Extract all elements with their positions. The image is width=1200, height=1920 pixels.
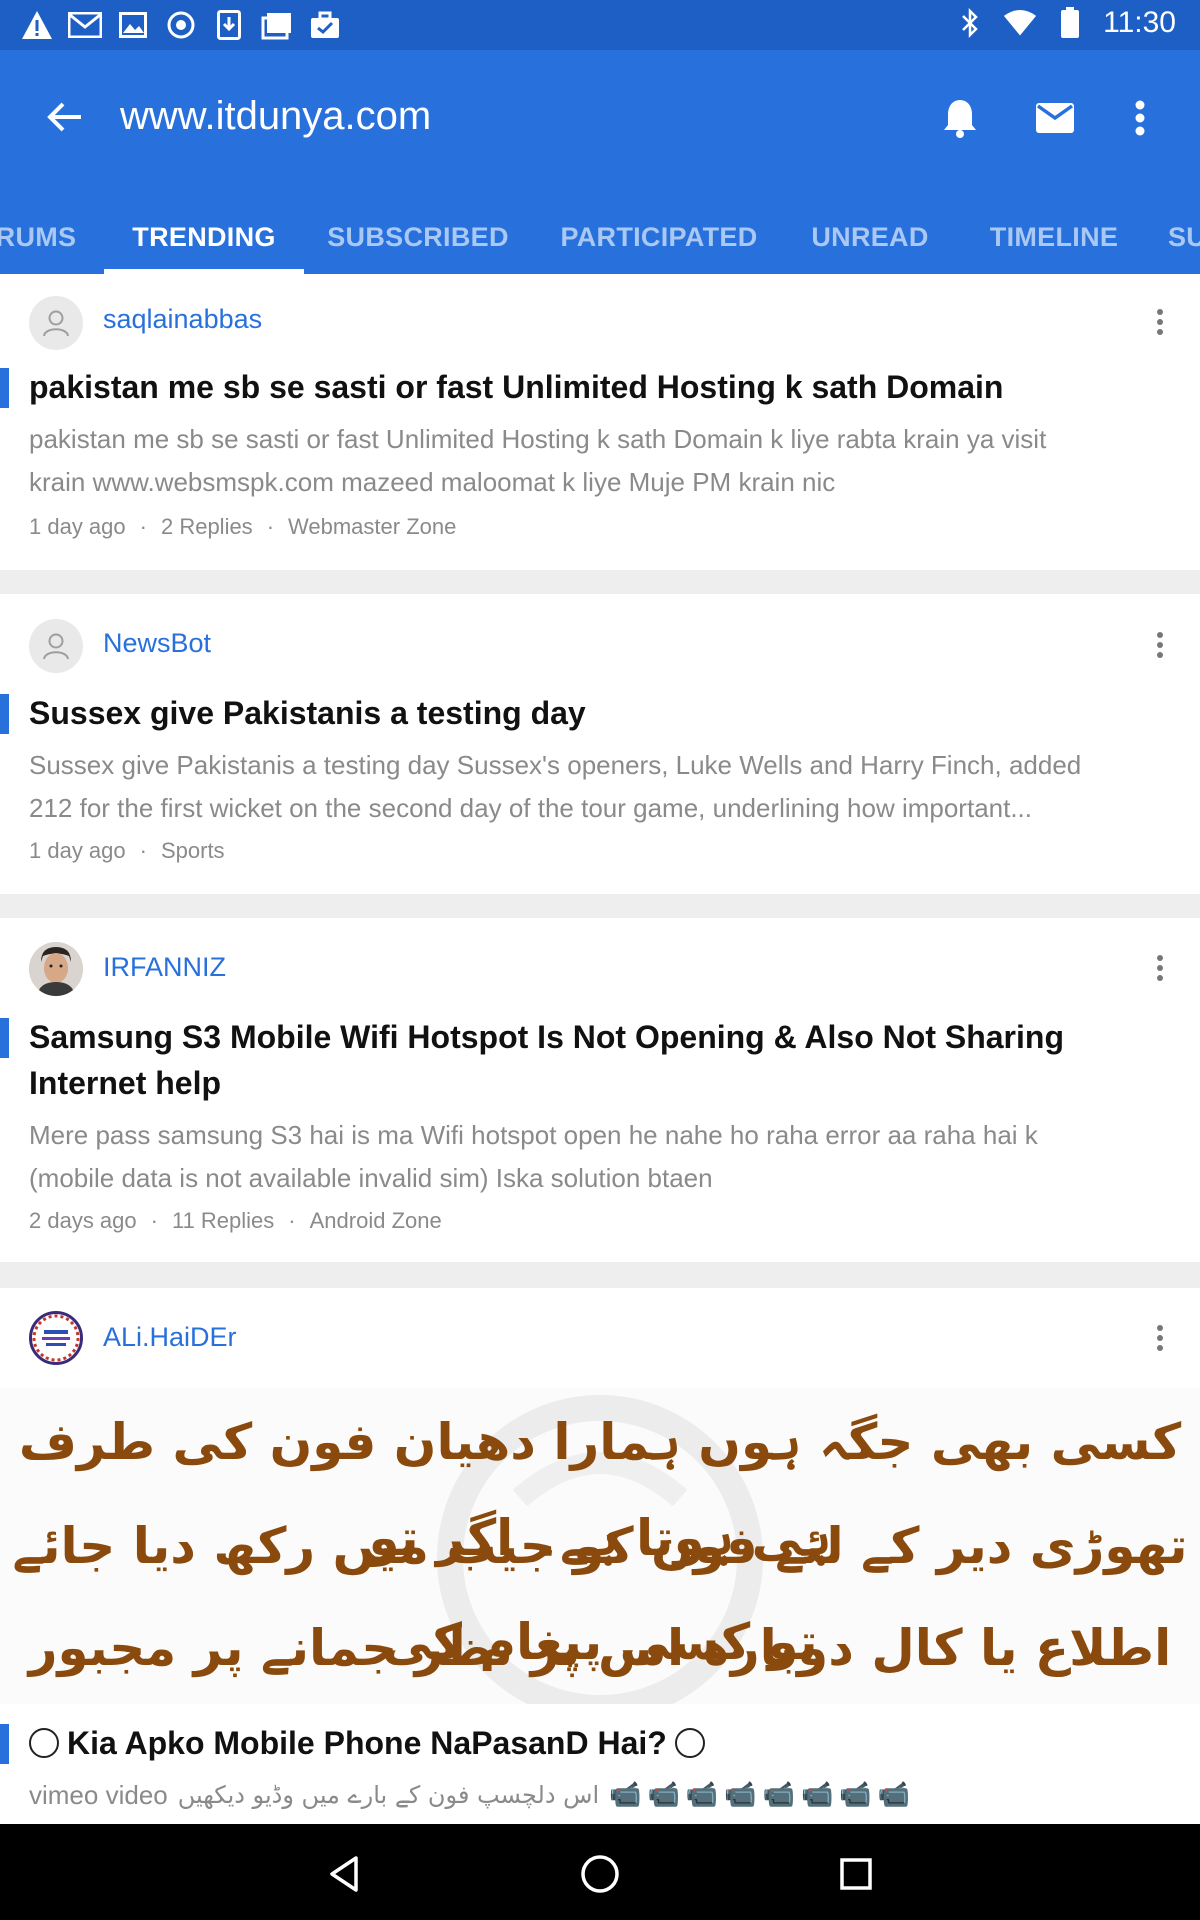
user-placeholder-icon bbox=[43, 633, 69, 660]
timestamp: 1 day ago bbox=[29, 838, 126, 863]
circle-emoji-icon bbox=[29, 1728, 59, 1758]
topic-preview-line1: Mere pass samsung S3 hai is ma Wifi hots… bbox=[29, 1120, 1038, 1150]
topic-preview-line2: (mobile data is not available invalid si… bbox=[29, 1163, 713, 1193]
avatar[interactable] bbox=[29, 942, 83, 996]
vertical-dots-icon bbox=[1157, 955, 1163, 981]
home-circle-icon bbox=[581, 1855, 619, 1893]
topic-title[interactable]: pakistan me sb se sasti or fast Unlimite… bbox=[29, 364, 1149, 410]
username-link[interactable]: ALi.HaiDEr bbox=[103, 1322, 237, 1353]
username-link[interactable]: NewsBot bbox=[103, 628, 211, 659]
photo-stack-icon bbox=[260, 8, 294, 42]
vertical-dots-icon bbox=[1157, 632, 1163, 658]
user-photo-icon bbox=[29, 942, 83, 996]
topic-title-line2[interactable]: Internet help bbox=[29, 1060, 1149, 1106]
topic-meta: 1 day ago · 2 Replies · Webmaster Zone bbox=[29, 514, 457, 539]
vpn-icon bbox=[164, 8, 198, 42]
topic-title-line1[interactable]: Samsung S3 Mobile Wifi Hotspot Is Not Op… bbox=[29, 1014, 1149, 1060]
timestamp: 1 day ago bbox=[29, 514, 126, 539]
title-accent-bar bbox=[0, 694, 9, 734]
tab-unread[interactable]: UNREAD bbox=[800, 200, 940, 274]
briefcase-icon bbox=[308, 8, 342, 42]
user-placeholder-icon bbox=[43, 310, 69, 337]
title-accent-bar bbox=[0, 1724, 9, 1764]
gmail-icon bbox=[68, 8, 102, 42]
topic-preview-line1: pakistan me sb se sasti or fast Unlimite… bbox=[29, 424, 1047, 454]
nav-back-button[interactable] bbox=[314, 1844, 374, 1904]
card-menu-button[interactable] bbox=[1140, 1318, 1180, 1358]
clock: 11:30 bbox=[1103, 6, 1176, 39]
tab-participated[interactable]: PARTICIPATED bbox=[548, 200, 770, 274]
forum-name: Sports bbox=[160, 838, 225, 863]
system-nav-bar bbox=[0, 1824, 1200, 1920]
topic-card[interactable]: ALi.HaiDEr کسی بھی جگہ ہوں ہمارا دھیان ف… bbox=[0, 1288, 1200, 1824]
preview-urdu: اس دلچسپ فون کے بارے میں وڈیو دیکھیں bbox=[177, 1781, 600, 1809]
reply-count: 2 Replies bbox=[160, 514, 253, 539]
image-icon bbox=[116, 8, 150, 42]
topic-meta: 2 days ago · 11 Replies · Android Zone bbox=[29, 1208, 442, 1233]
back-arrow-button[interactable] bbox=[40, 92, 90, 142]
nav-recents-button[interactable] bbox=[826, 1844, 886, 1904]
topic-preview-line2: krain www.websmspk.com mazeed maloomat k… bbox=[29, 467, 836, 497]
vertical-dots-icon bbox=[1157, 309, 1163, 335]
username-link[interactable]: IRFANNIZ bbox=[103, 952, 226, 983]
bell-icon bbox=[944, 100, 976, 138]
tab-trending[interactable]: TRENDING bbox=[104, 200, 304, 274]
warning-icon bbox=[20, 8, 54, 42]
preview-prefix: vimeo video bbox=[29, 1780, 168, 1810]
topic-card[interactable]: NewsBot Sussex give Pakistanis a testing… bbox=[0, 594, 1200, 894]
bluetooth-icon bbox=[953, 6, 987, 40]
notification-icons bbox=[20, 8, 342, 42]
post-image[interactable]: کسی بھی جگہ ہوں ہمارا دھیان فون کی طرف ہ… bbox=[0, 1388, 1200, 1704]
back-triangle-icon bbox=[330, 1856, 358, 1892]
vertical-dots-icon bbox=[1157, 1325, 1163, 1351]
mail-icon bbox=[1036, 103, 1074, 133]
title-accent-bar bbox=[0, 368, 9, 408]
download-icon bbox=[212, 8, 246, 42]
tab-forums[interactable]: RUMS bbox=[0, 200, 76, 274]
circle-emoji-icon bbox=[674, 1728, 705, 1758]
tab-timeline[interactable]: TIMELINE bbox=[974, 200, 1134, 274]
arrow-left-icon bbox=[47, 102, 81, 132]
topic-preview: vimeo video اس دلچسپ فون کے بارے میں وڈی… bbox=[29, 1774, 1159, 1817]
avatar[interactable] bbox=[29, 296, 83, 350]
timestamp: 2 days ago bbox=[29, 1208, 137, 1233]
topic-meta: 1 day ago · Sports bbox=[29, 838, 225, 863]
reply-count: 11 Replies bbox=[171, 1208, 275, 1233]
topic-title[interactable]: Sussex give Pakistanis a testing day bbox=[29, 690, 1149, 736]
topic-title-row[interactable]: Kia Apko Mobile Phone NaPasanD Hai? bbox=[29, 1720, 1149, 1766]
recents-square-icon bbox=[840, 1858, 872, 1890]
battery-icon bbox=[1053, 6, 1087, 40]
system-icons: 11:30 bbox=[953, 6, 1176, 40]
topic-card[interactable]: saqlainabbas pakistan me sb se sasti or … bbox=[0, 274, 1200, 570]
tab-bar: RUMS TRENDING SUBSCRIBED PARTICIPATED UN… bbox=[0, 200, 1200, 274]
username-link[interactable]: saqlainabbas bbox=[103, 304, 262, 335]
avatar[interactable] bbox=[29, 619, 83, 673]
title-accent-bar bbox=[0, 1018, 9, 1058]
topic-card[interactable]: IRFANNIZ Samsung S3 Mobile Wifi Hotspot … bbox=[0, 918, 1200, 1262]
forum-name: Android Zone bbox=[309, 1208, 442, 1233]
topic-preview-line1: Sussex give Pakistanis a testing day Sus… bbox=[29, 750, 1082, 780]
wifi-icon bbox=[1003, 6, 1037, 40]
card-menu-button[interactable] bbox=[1140, 948, 1180, 988]
overflow-menu-icon bbox=[1135, 100, 1145, 136]
messages-button[interactable] bbox=[1027, 90, 1083, 146]
forum-badge-icon bbox=[32, 1314, 80, 1362]
avatar[interactable] bbox=[29, 1311, 83, 1365]
status-bar: 11:30 bbox=[0, 0, 1200, 50]
forum-name: Webmaster Zone bbox=[288, 514, 457, 539]
app-bar: www.itdunya.com RUMS TRENDING SUBSCRIBED… bbox=[0, 50, 1200, 274]
tab-subscribed[interactable]: SUBSCRIBED bbox=[318, 200, 518, 274]
nav-home-button[interactable] bbox=[570, 1844, 630, 1904]
topic-title: Kia Apko Mobile Phone NaPasanD Hai? bbox=[67, 1725, 667, 1761]
card-menu-button[interactable] bbox=[1140, 625, 1180, 665]
tab-subforums[interactable]: SU bbox=[1168, 200, 1200, 274]
topic-preview-line2: 212 for the first wicket on the second d… bbox=[29, 793, 1033, 823]
urdu-text-line3: اطلاع یا کال دوبارہ اس پر نظر جمانے پر م… bbox=[28, 1619, 1172, 1677]
camera-emoji-icons: 📹📹📹📹📹📹📹📹 bbox=[609, 1780, 917, 1810]
notifications-button[interactable] bbox=[932, 90, 988, 146]
card-menu-button[interactable] bbox=[1140, 302, 1180, 342]
overflow-menu-button[interactable] bbox=[1112, 90, 1168, 146]
page-title: www.itdunya.com bbox=[120, 94, 432, 138]
